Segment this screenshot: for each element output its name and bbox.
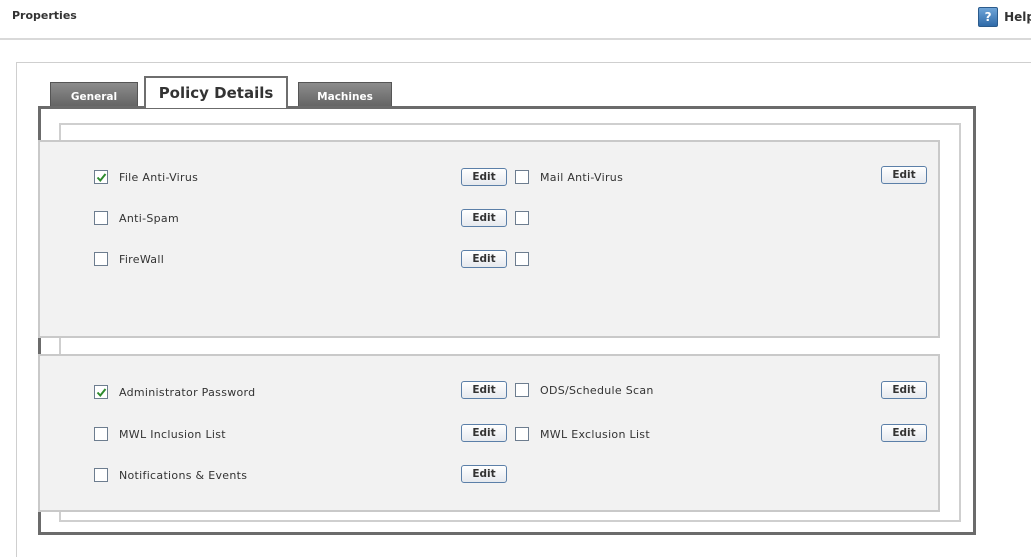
ods-schedule-scan-edit-button[interactable]: Edit xyxy=(881,381,927,399)
mwl-exclusion-list-label: MWL Exclusion List xyxy=(540,427,650,441)
file-anti-virus-option: File Anti-Virus xyxy=(94,170,198,184)
unlabeled-checkbox-1[interactable] xyxy=(515,211,529,225)
firewall-option: FireWall xyxy=(94,252,164,266)
administrator-password-edit-button[interactable]: Edit xyxy=(461,381,507,399)
anti-spam-checkbox[interactable] xyxy=(94,211,108,225)
mail-anti-virus-option: Mail Anti-Virus xyxy=(515,170,623,184)
administrator-password-checkbox[interactable] xyxy=(94,385,108,399)
file-anti-virus-checkbox[interactable] xyxy=(94,170,108,184)
anti-spam-label: Anti-Spam xyxy=(119,211,179,225)
help-label[interactable]: Help xyxy=(1004,10,1031,24)
administrator-password-option: Administrator Password xyxy=(94,385,255,399)
mwl-inclusion-list-label: MWL Inclusion List xyxy=(119,427,226,441)
anti-spam-option: Anti-Spam xyxy=(94,211,179,225)
firewall-edit-button[interactable]: Edit xyxy=(461,250,507,268)
mwl-inclusion-list-option: MWL Inclusion List xyxy=(94,427,226,441)
page-header: Properties ? Help xyxy=(0,0,1031,40)
file-anti-virus-edit-button[interactable]: Edit xyxy=(461,168,507,186)
mail-anti-virus-label: Mail Anti-Virus xyxy=(540,170,624,184)
firewall-label: FireWall xyxy=(119,252,165,266)
ods-schedule-scan-checkbox[interactable] xyxy=(515,383,529,397)
mwl-exclusion-list-option: MWL Exclusion List xyxy=(515,427,650,441)
help-icon[interactable]: ? xyxy=(978,7,999,27)
tab-policy-details[interactable]: Policy Details xyxy=(144,76,288,108)
unlabeled-checkbox-2[interactable] xyxy=(515,252,529,266)
mail-anti-virus-edit-button[interactable]: Edit xyxy=(881,166,927,184)
help-link[interactable]: ? Help xyxy=(978,7,1031,27)
mwl-exclusion-list-edit-button[interactable]: Edit xyxy=(881,424,927,442)
notifications-events-option: Notifications & Events xyxy=(94,468,247,482)
ods-schedule-scan-label: ODS/Schedule Scan xyxy=(540,383,654,397)
mail-anti-virus-checkbox[interactable] xyxy=(515,170,529,184)
mwl-inclusion-list-edit-button[interactable]: Edit xyxy=(461,424,507,442)
notifications-events-label: Notifications & Events xyxy=(119,468,248,482)
anti-spam-edit-button[interactable]: Edit xyxy=(461,209,507,227)
notifications-events-checkbox[interactable] xyxy=(94,468,108,482)
page-title: Properties xyxy=(12,9,77,22)
checkmark-icon xyxy=(96,387,106,397)
checkmark-icon xyxy=(96,172,106,182)
ods-schedule-scan-option: ODS/Schedule Scan xyxy=(515,383,654,397)
firewall-checkbox[interactable] xyxy=(94,252,108,266)
mwl-exclusion-list-checkbox[interactable] xyxy=(515,427,529,441)
properties-page: Properties ? Help General Policy Details… xyxy=(0,0,1031,557)
administrator-password-label: Administrator Password xyxy=(119,385,256,399)
mwl-inclusion-list-checkbox[interactable] xyxy=(94,427,108,441)
notifications-events-edit-button[interactable]: Edit xyxy=(461,465,507,483)
file-anti-virus-label: File Anti-Virus xyxy=(119,170,199,184)
